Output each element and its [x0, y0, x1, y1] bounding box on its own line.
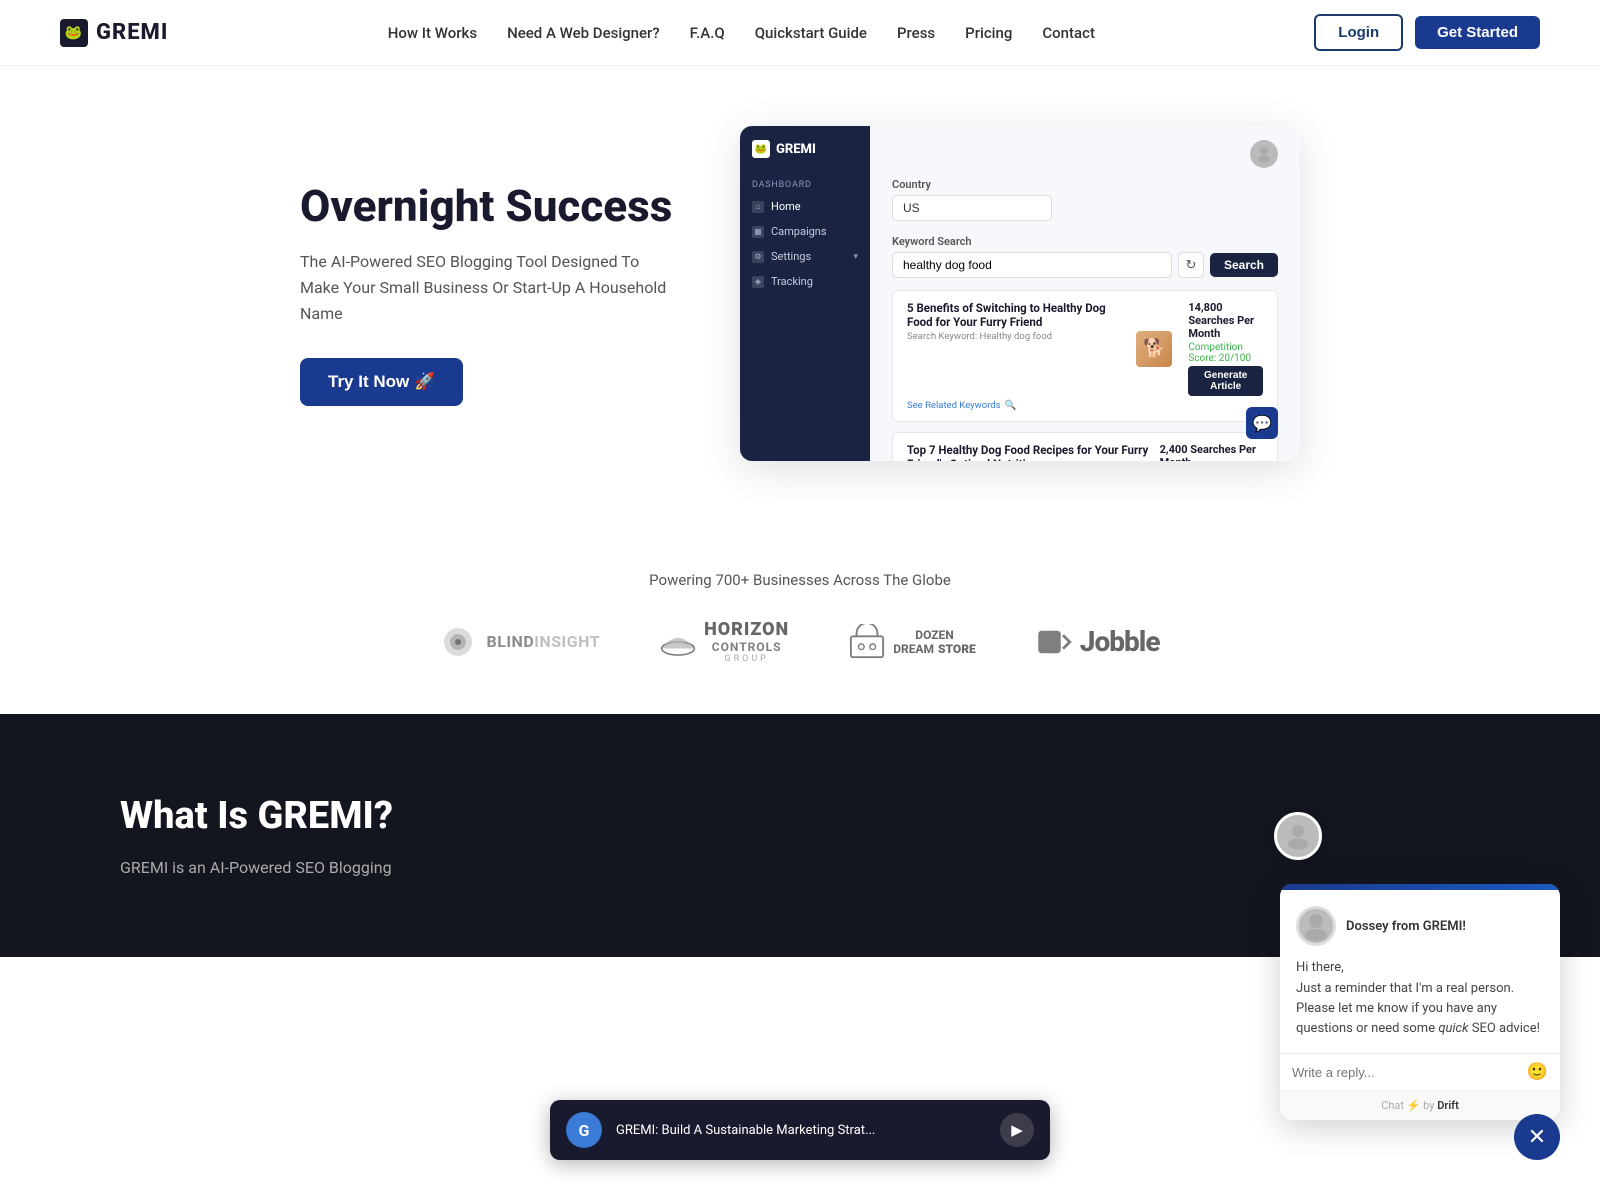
partner-dozen-dream: DOZEN DREAMSTORE [849, 624, 976, 660]
jobble-icon [1036, 624, 1072, 660]
search-icon: 🔍 [1005, 400, 1017, 411]
partner-logos-row: BLINDINSIGHT HORIZON CONTROLS GROUP [60, 619, 1540, 664]
drift-link[interactable]: Drift [1437, 1099, 1459, 1112]
get-started-button[interactable]: Get Started [1415, 16, 1540, 49]
hero-text: Overnight Success The AI-Powered SEO Blo… [300, 181, 680, 406]
result-card-1: 5 Benefits of Switching to Healthy Dog F… [892, 290, 1278, 422]
result-2-title: Top 7 Healthy Dog Food Recipes for Your … [907, 443, 1160, 461]
logo[interactable]: 🐸 GREMI [60, 19, 168, 47]
result-1-competition: Competition Score: 20/100 [1188, 342, 1263, 364]
app-main: Country Keyword Search ↻ Search 5 Benefi… [870, 126, 1300, 461]
chat-sender-name: Dossey from GREMI! [1346, 919, 1466, 934]
refresh-button[interactable]: ↻ [1178, 252, 1204, 278]
nav-contact[interactable]: Contact [1042, 24, 1095, 42]
app-window: 🐸 GREMI DASHBOARD ⌂ Home ▦ Campaigns ⚙ [740, 126, 1300, 461]
nav-faq[interactable]: F.A.Q [690, 24, 725, 42]
sidebar-item-settings[interactable]: ⚙ Settings ▾ [740, 244, 870, 269]
login-button[interactable]: Login [1314, 14, 1403, 51]
emoji-button[interactable]: 🙂 [1527, 1062, 1548, 1082]
app-sidebar: 🐸 GREMI DASHBOARD ⌂ Home ▦ Campaigns ⚙ [740, 126, 870, 461]
generate-btn-1[interactable]: Generate Article [1188, 366, 1263, 396]
hero-section: Overnight Success The AI-Powered SEO Blo… [200, 66, 1400, 541]
sidebar-item-home[interactable]: ⌂ Home [740, 194, 870, 219]
dark-section-subtitle: GREMI is an AI-Powered SEO Blogging [120, 858, 1480, 877]
keyword-search-input[interactable] [892, 252, 1172, 278]
nav-pricing[interactable]: Pricing [965, 24, 1012, 42]
sidebar-brand: GREMI [776, 142, 816, 157]
try-it-now-button[interactable]: Try It Now 🚀 [300, 358, 463, 406]
partner-horizon: HORIZON CONTROLS GROUP [660, 619, 789, 664]
result-1-keyword: Search Keyword: Healthy dog food [907, 331, 1126, 342]
sidebar-settings-label: Settings [771, 250, 811, 263]
chat-avatar [1296, 906, 1336, 946]
nav-buttons: Login Get Started [1314, 14, 1540, 51]
chat-widget-body: Dossey from GREMI! Hi there, Just a remi… [1280, 890, 1560, 1039]
sidebar-campaigns-label: Campaigns [771, 225, 827, 238]
video-thumbnail: G GREMI: Build A Sustainable Marketing S… [550, 1100, 1050, 1160]
partner-blind-insight: BLINDINSIGHT [440, 624, 600, 660]
chat-reply-input[interactable] [1292, 1065, 1519, 1080]
chat-floating-avatar [1274, 812, 1322, 860]
brand-name: GREMI [96, 20, 168, 45]
nav-web-designer[interactable]: Need A Web Designer? [507, 24, 660, 42]
jobble-name: Jobble [1080, 625, 1160, 658]
campaigns-icon: ▦ [752, 226, 764, 238]
country-label: Country [892, 178, 1278, 191]
video-title: GREMI: Build A Sustainable Marketing Str… [616, 1123, 986, 1138]
chat-widget-user: Dossey from GREMI! [1296, 906, 1544, 946]
result-1-image: 🐕 [1136, 331, 1172, 367]
search-button[interactable]: Search [1210, 253, 1278, 277]
video-channel-icon: G [566, 1112, 602, 1148]
result-1-searches: 14,800 Searches Per Month [1188, 301, 1263, 340]
video-play-button[interactable]: ▶ [1000, 1113, 1034, 1147]
blind-insight-icon [440, 624, 476, 660]
chat-widget: Dossey from GREMI! Hi there, Just a remi… [1280, 884, 1560, 1120]
keyword-label: Keyword Search [892, 235, 1278, 248]
dozen-dream-icon [849, 624, 885, 660]
navbar: 🐸 GREMI How It Works Need A Web Designer… [0, 0, 1600, 66]
chat-bubble-button[interactable]: 💬 [1246, 407, 1278, 439]
app-screenshot: 🐸 GREMI DASHBOARD ⌂ Home ▦ Campaigns ⚙ [740, 126, 1300, 461]
sidebar-item-campaigns[interactable]: ▦ Campaigns [740, 219, 870, 244]
settings-arrow-icon: ▾ [853, 252, 858, 262]
nav-links: How It Works Need A Web Designer? F.A.Q … [388, 23, 1095, 42]
result-1-title: 5 Benefits of Switching to Healthy Dog F… [907, 301, 1126, 329]
sidebar-logo: 🐸 GREMI [740, 140, 870, 172]
hero-subtitle: The AI-Powered SEO Blogging Tool Designe… [300, 249, 680, 326]
horizon-icon [660, 624, 696, 660]
home-icon: ⌂ [752, 201, 764, 213]
nav-press[interactable]: Press [897, 24, 935, 42]
sidebar-home-label: Home [771, 200, 801, 213]
result-2-searches: 2,400 Searches Per Month [1160, 443, 1263, 461]
tracking-icon: ◈ [752, 276, 764, 288]
powering-section: Powering 700+ Businesses Across The Glob… [0, 541, 1600, 714]
chat-footer: Chat ⚡ by Drift [1280, 1090, 1560, 1120]
logo-icon: 🐸 [60, 19, 88, 47]
see-related-1[interactable]: See Related Keywords 🔍 [907, 400, 1263, 411]
powering-title: Powering 700+ Businesses Across The Glob… [60, 571, 1540, 589]
nav-quickstart[interactable]: Quickstart Guide [755, 24, 867, 42]
partner-jobble: Jobble [1036, 624, 1160, 660]
sidebar-logo-icon: 🐸 [752, 140, 770, 158]
settings-icon: ⚙ [752, 251, 764, 263]
nav-how-it-works[interactable]: How It Works [388, 24, 477, 42]
sidebar-tracking-label: Tracking [771, 275, 813, 288]
chat-message: Hi there, Just a reminder that I'm a rea… [1296, 958, 1544, 1039]
user-avatar [1250, 140, 1278, 168]
blind-insight-name: BLINDINSIGHT [486, 632, 600, 651]
hero-title: Overnight Success [300, 181, 680, 232]
close-chat-button[interactable]: ✕ [1514, 1114, 1560, 1160]
country-input[interactable] [892, 195, 1052, 221]
result-card-2: Top 7 Healthy Dog Food Recipes for Your … [892, 432, 1278, 461]
sidebar-section-label: DASHBOARD [740, 172, 870, 194]
sidebar-item-tracking[interactable]: ◈ Tracking [740, 269, 870, 294]
chat-input-row: 🙂 [1280, 1053, 1560, 1090]
